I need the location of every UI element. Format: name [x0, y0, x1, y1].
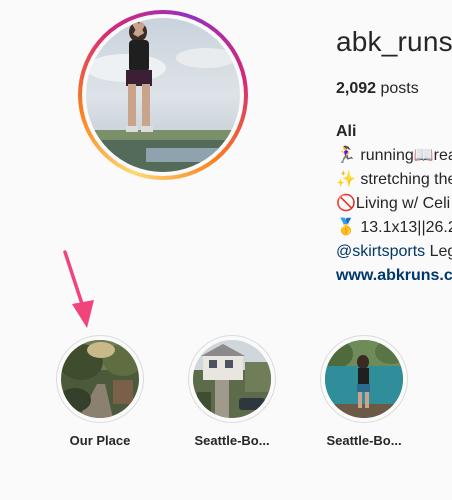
annotation-arrow-icon: [63, 250, 94, 328]
bio-mention-line: @skirtsports Leg: [336, 240, 452, 264]
highlight-image: [61, 340, 139, 418]
bio-name: Ali: [336, 123, 357, 140]
bio-mention-link[interactable]: @skirtsports: [336, 243, 425, 260]
highlight-label: Seattle-Bo...: [326, 433, 402, 448]
highlight-our-place[interactable]: Our Place: [40, 335, 160, 448]
bio-line: 🏃‍♀️ running📖rea: [336, 147, 452, 164]
highlight-image: [325, 340, 403, 418]
profile-avatar[interactable]: [78, 10, 248, 180]
highlight-cover: [320, 335, 408, 423]
highlight-label: Our Place: [69, 433, 131, 448]
profile-page: abk_runs 2,092 posts Ali 🏃‍♀️ running📖re…: [0, 0, 452, 500]
profile-username: abk_runs: [336, 26, 452, 57]
highlight-image: [193, 340, 271, 418]
highlight-seattle-2[interactable]: Seattle-Bo...: [304, 335, 424, 448]
posts-count-label: posts: [376, 80, 419, 97]
bio-line: 🚫Living w/ Celi: [336, 195, 451, 212]
highlight-label: Seattle-Bo...: [194, 433, 270, 448]
highlight-cover: [56, 335, 144, 423]
bio-mention-rest: Leg: [429, 243, 452, 260]
highlight-seattle-1[interactable]: Seattle-Bo...: [172, 335, 292, 448]
bio-website-link[interactable]: www.abkruns.c: [336, 264, 452, 288]
posts-count-value: 2,092: [336, 80, 377, 97]
posts-count: 2,092 posts: [336, 80, 419, 98]
profile-photo: [86, 18, 240, 172]
bio-line: ✨ stretching the: [336, 171, 452, 188]
profile-bio: Ali 🏃‍♀️ running📖rea ✨ stretching the 🚫L…: [336, 120, 452, 288]
highlight-cover: [188, 335, 276, 423]
bio-line: 🥇 13.1x13||26.2: [336, 219, 452, 236]
